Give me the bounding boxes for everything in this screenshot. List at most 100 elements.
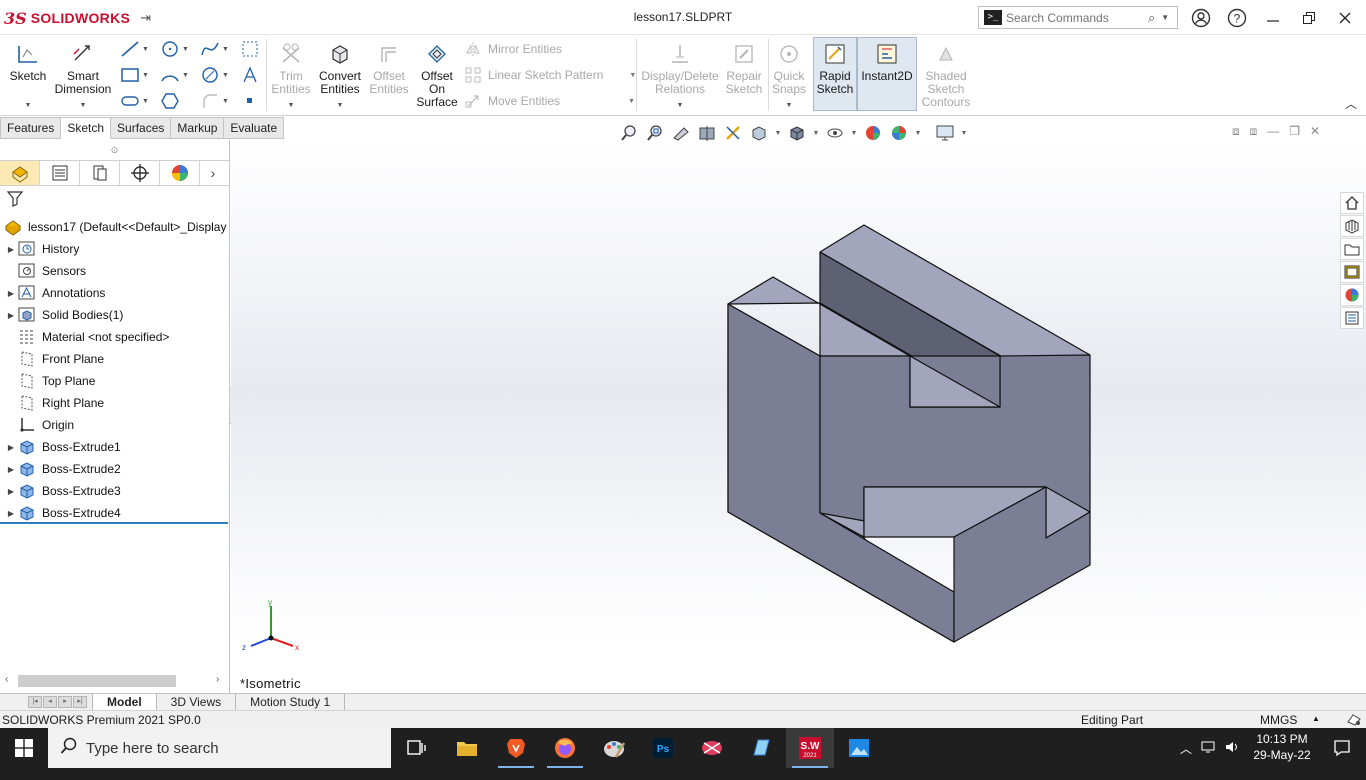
tab-features[interactable]: Features — [0, 117, 62, 139]
trim-entities-button[interactable]: Trim Entities ▼ — [268, 41, 314, 112]
convert-entities-button[interactable]: Convert Entities ▼ — [316, 41, 364, 112]
file-explorer-taskbar-icon[interactable] — [443, 728, 491, 768]
view-orientation-icon[interactable] — [748, 123, 770, 143]
network-icon[interactable] — [1200, 740, 1216, 757]
expand-arrow-icon[interactable]: ▶ — [4, 465, 18, 474]
tile-left-icon[interactable]: ⧈ — [1232, 124, 1240, 139]
edit-appearance-icon[interactable] — [862, 123, 884, 143]
display-manager-tab[interactable] — [160, 161, 200, 185]
configuration-manager-tab[interactable] — [80, 161, 120, 185]
tree-item-top-plane[interactable]: Top Plane — [0, 370, 228, 392]
design-library-icon[interactable] — [1340, 215, 1364, 237]
property-manager-tab[interactable] — [40, 161, 80, 185]
view-settings-icon[interactable] — [934, 123, 956, 143]
tab-sketch[interactable]: Sketch — [61, 117, 112, 139]
user-account-icon[interactable] — [1189, 6, 1213, 30]
tree-item-boss-extrude2[interactable]: ▶ Boss-Extrude2 — [0, 458, 228, 480]
taskbar-clock[interactable]: 10:13 PM 29-May-22 — [1250, 731, 1314, 763]
doc-close-icon[interactable]: ✕ — [1310, 124, 1320, 139]
search-icon[interactable]: ⌕ — [1148, 10, 1155, 26]
chevron-down-icon[interactable]: ▼ — [850, 130, 858, 137]
circle-tool[interactable]: ▼ — [160, 39, 194, 59]
text-tool[interactable] — [240, 65, 262, 85]
tree-item-boss-extrude3[interactable]: ▶ Boss-Extrude3 — [0, 480, 228, 502]
search-commands[interactable]: >_ ⌕ ▼ — [978, 6, 1178, 29]
first-tab-icon[interactable]: |◂ — [28, 696, 42, 708]
section-view-icon[interactable] — [696, 123, 718, 143]
tab-markup[interactable]: Markup — [171, 117, 225, 139]
repair-sketch-button[interactable]: Repair Sketch — [722, 41, 766, 96]
mirror-entities-button[interactable]: Mirror Entities — [464, 41, 562, 57]
chevron-up-icon[interactable]: ▲ — [1312, 714, 1320, 723]
volume-icon[interactable] — [1224, 740, 1240, 757]
offset-entities-button[interactable]: Offset Entities — [366, 41, 412, 96]
unit-system[interactable]: MMGS — [1260, 713, 1297, 727]
feature-manager-tab[interactable] — [0, 161, 40, 185]
tree-item-right-plane[interactable]: Right Plane — [0, 392, 228, 414]
chevron-down-icon[interactable]: ▼ — [25, 99, 32, 112]
search-input[interactable] — [1006, 10, 1146, 25]
expand-arrow-icon[interactable]: ▶ — [4, 289, 18, 298]
tile-right-icon[interactable]: ⧈ — [1250, 124, 1258, 139]
expand-arrow-icon[interactable]: ▶ — [4, 311, 18, 320]
tree-item-origin[interactable]: Origin — [0, 414, 228, 436]
slot-tool[interactable]: ▼ — [120, 91, 154, 111]
file-explorer-icon[interactable] — [1340, 238, 1364, 260]
panel-horizontal-scrollbar[interactable]: ‹ › — [0, 672, 228, 690]
task-view-icon[interactable] — [393, 728, 441, 768]
tree-item-solid-bodies-1[interactable]: ▶ Solid Bodies(1) — [0, 304, 228, 326]
expand-arrow-icon[interactable]: ▶ — [4, 509, 18, 518]
graphics-area[interactable]: y x z *Isometric — [231, 140, 1366, 694]
chevron-down-icon[interactable]: ▼ — [288, 99, 295, 112]
point-tool[interactable] — [240, 91, 262, 111]
offset-on-surface-button[interactable]: Offset On Surface — [414, 41, 460, 109]
tree-item-annotations[interactable]: ▶ Annotations — [0, 282, 228, 304]
expand-arrow-icon[interactable]: ▶ — [4, 245, 18, 254]
quick-snaps-button[interactable]: Quick Snaps ▼ — [770, 41, 808, 112]
polygon-tool[interactable] — [160, 91, 194, 111]
3d-part-model[interactable] — [231, 140, 1366, 694]
chevron-down-icon[interactable]: ▼ — [628, 98, 635, 105]
close-icon[interactable] — [1333, 6, 1357, 30]
photos-app-icon[interactable] — [835, 728, 883, 768]
collapse-ribbon-icon[interactable]: ︿ — [1345, 95, 1357, 112]
instant2d-button[interactable]: Instant2D — [857, 37, 917, 111]
view-palette-icon[interactable] — [1340, 261, 1364, 283]
more-tabs-arrow[interactable]: › — [200, 161, 226, 185]
show-hidden-icons-icon[interactable]: ︿ — [1180, 740, 1192, 757]
tree-item-boss-extrude4[interactable]: ▶ Boss-Extrude4 — [0, 502, 228, 524]
tree-item-boss-extrude1[interactable]: ▶ Boss-Extrude1 — [0, 436, 228, 458]
scroll-right-icon[interactable]: › — [216, 674, 219, 685]
expand-arrow-icon[interactable]: ▶ — [4, 487, 18, 496]
arc-tool[interactable]: ▼ — [160, 65, 194, 85]
tree-root-part[interactable]: lesson17 (Default<<Default>_Display — [0, 216, 228, 238]
rectangle-tool[interactable]: ▼ — [120, 65, 154, 85]
chevron-down-icon[interactable]: ▼ — [80, 99, 87, 112]
prev-tab-icon[interactable]: ◂ — [43, 696, 57, 708]
tree-item-material-not-specified[interactable]: Material <not specified> — [0, 326, 228, 348]
brave-browser-icon[interactable] — [492, 728, 540, 768]
spline-tool[interactable]: ▼ — [200, 39, 234, 59]
next-tab-icon[interactable]: ▸ — [58, 696, 72, 708]
rollback-bar[interactable] — [0, 522, 228, 524]
minimize-icon[interactable] — [1261, 6, 1285, 30]
notification-icon[interactable] — [1322, 728, 1362, 768]
tab-3d-views[interactable]: 3D Views — [155, 694, 235, 710]
tree-item-sensors[interactable]: Sensors — [0, 260, 228, 282]
dynamic-annotation-icon[interactable] — [722, 123, 744, 143]
snipping-tool-icon[interactable] — [688, 728, 736, 768]
zoom-to-area-icon[interactable] — [644, 123, 666, 143]
notes-app-icon[interactable] — [737, 728, 785, 768]
display-delete-relations-button[interactable]: Display/Delete Relations ▼ — [640, 41, 720, 112]
panel-grip[interactable]: ⊙ — [0, 140, 229, 160]
fillet-tool[interactable]: ▼ — [200, 91, 234, 111]
hide-show-items-icon[interactable] — [824, 123, 846, 143]
construction-geometry-tool[interactable] — [240, 39, 262, 59]
previous-view-icon[interactable] — [670, 123, 692, 143]
chevron-down-icon[interactable]: ▼ — [774, 130, 782, 137]
scrollbar-thumb[interactable] — [18, 675, 176, 687]
photoshop-icon[interactable]: Ps — [639, 728, 687, 768]
solidworks-taskbar-icon[interactable]: S.W 2021 — [786, 728, 834, 768]
tab-surfaces[interactable]: Surfaces — [111, 117, 172, 139]
last-tab-icon[interactable]: ▸| — [73, 696, 87, 708]
